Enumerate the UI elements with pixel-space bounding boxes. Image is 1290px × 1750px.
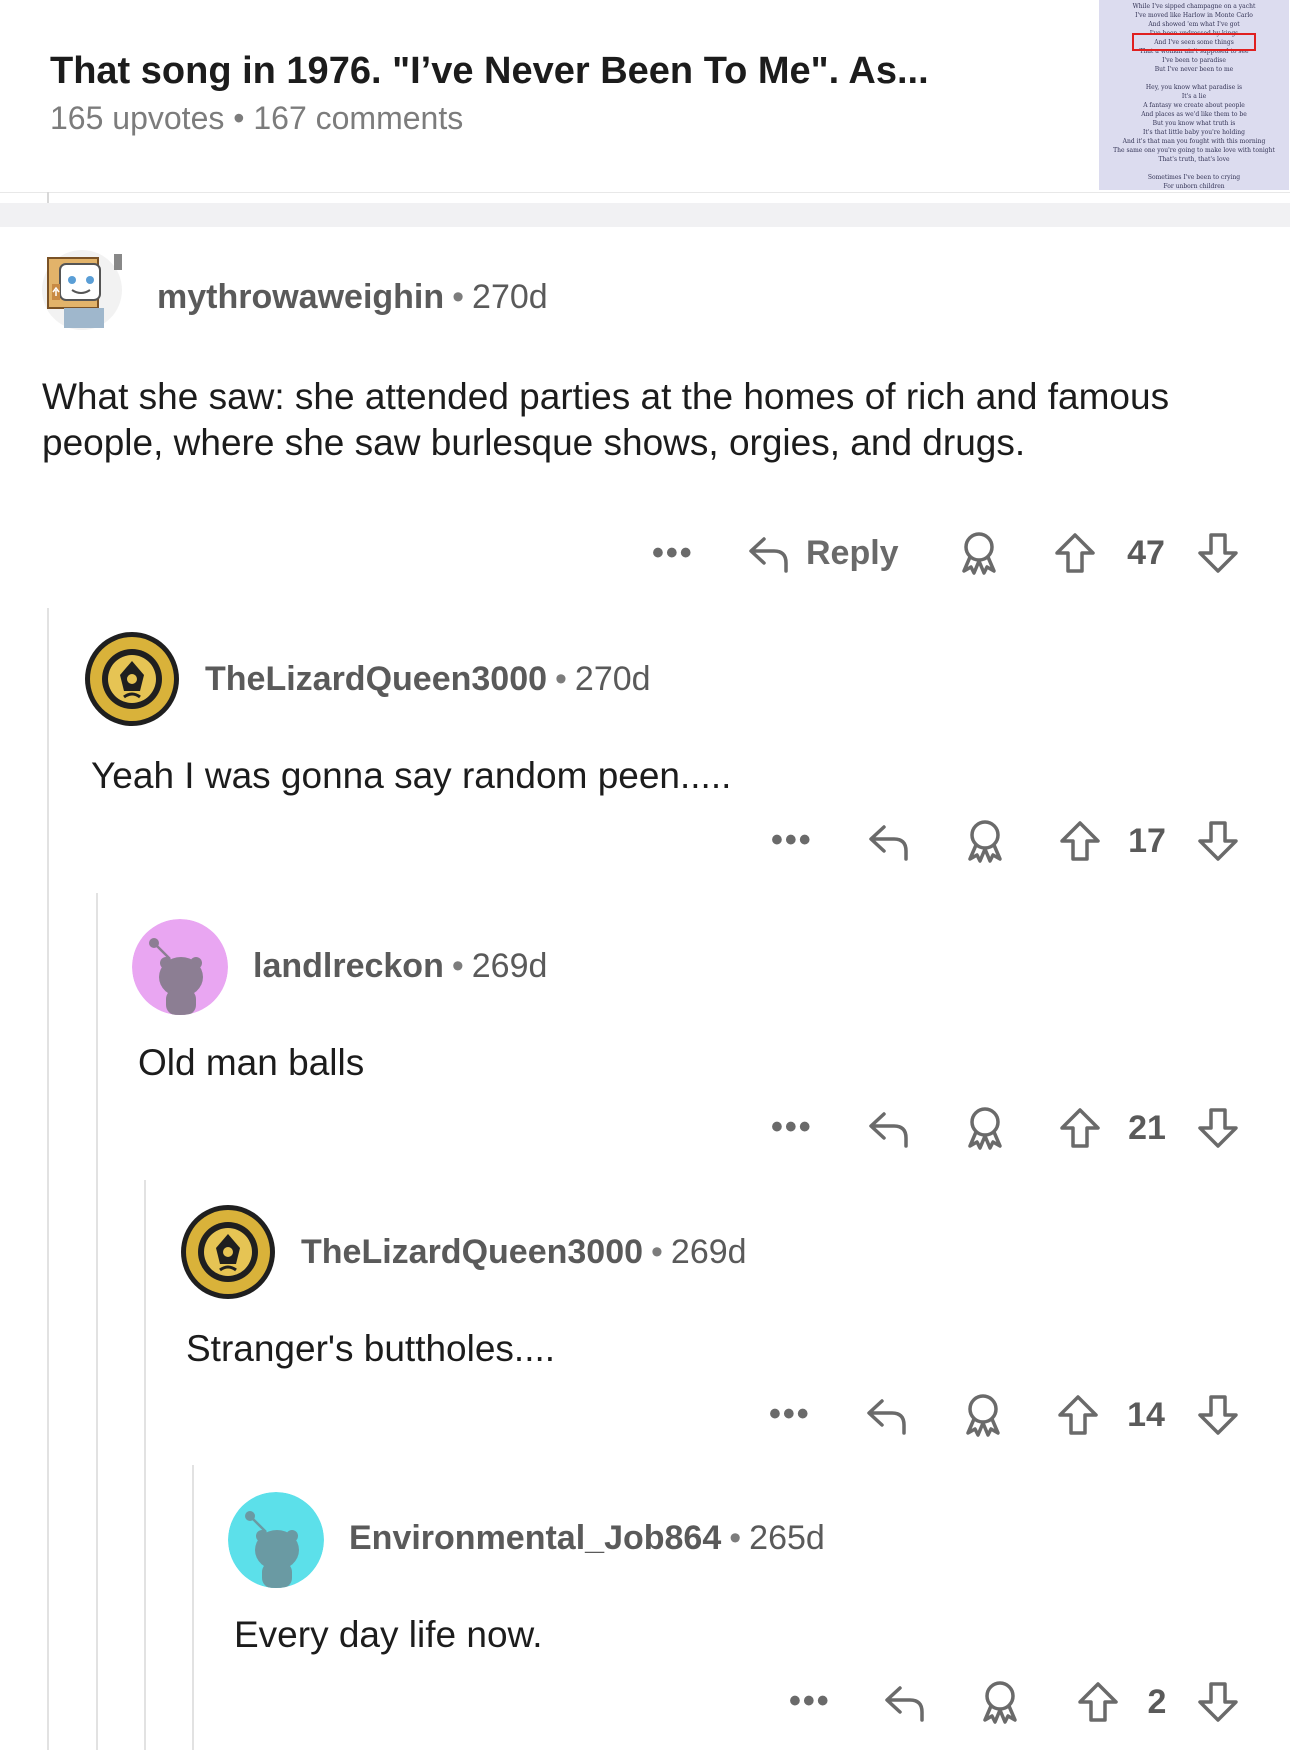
award-icon[interactable]: [961, 1104, 1009, 1152]
lyric-line: And showed 'em what I've got: [1148, 21, 1240, 28]
reply-arrow-icon[interactable]: [744, 529, 792, 577]
comment-author[interactable]: Environmental_Job864 • 265d: [349, 1519, 825, 1558]
comment-body: Every day life now.: [234, 1614, 543, 1655]
username[interactable]: TheLizardQueen3000: [301, 1233, 643, 1271]
lyric-line: Hey, you know what paradise is: [1145, 84, 1243, 91]
more-options-icon[interactable]: •••: [789, 1681, 831, 1721]
vote-count: 14: [1127, 1396, 1165, 1434]
post-meta: 165 upvotes • 167 comments: [50, 100, 463, 137]
lyrics-text: While I've sipped champagne on a yacht I'…: [1099, 0, 1289, 190]
comment-count: 167 comments: [253, 100, 464, 136]
downvote-arrow-icon[interactable]: [1194, 1104, 1242, 1152]
vote-count: 2: [1147, 1683, 1167, 1721]
username[interactable]: Environmental_Job864: [349, 1519, 721, 1557]
comment-author[interactable]: mythrowaweighin • 270d: [157, 278, 548, 317]
comment-author[interactable]: TheLizardQueen3000 • 269d: [301, 1233, 747, 1272]
lyric-line: I've been to paradise: [1162, 57, 1226, 64]
lyric-line: It's that little baby you're holding: [1143, 129, 1245, 136]
dot-separator: •: [452, 278, 465, 316]
lyric-line: While I've sipped champagne on a yacht: [1132, 3, 1256, 10]
comment-age: 265d: [749, 1519, 825, 1557]
lyric-line: And it's that man you fought with this m…: [1122, 138, 1266, 145]
award-icon[interactable]: [976, 1678, 1024, 1726]
downvote-arrow-icon[interactable]: [1194, 817, 1242, 865]
comment-body: Yeah I was gonna say random peen.....: [91, 755, 732, 796]
thread-line: [96, 893, 98, 1750]
reply-arrow-icon[interactable]: [862, 1391, 910, 1439]
username[interactable]: landlreckon: [253, 947, 444, 985]
dot-separator: •: [651, 1233, 663, 1271]
lyric-line: Sometimes I've been to crying: [1147, 174, 1241, 181]
award-icon[interactable]: [959, 1391, 1007, 1439]
gold-seal-avatar[interactable]: [180, 1204, 276, 1300]
dot-separator: •: [555, 660, 567, 698]
box-robot-avatar[interactable]: [34, 234, 130, 330]
lyric-line: The same one you're going to make love w…: [1113, 147, 1275, 154]
lyrics-highlight-box: [1132, 33, 1256, 51]
lyric-line: [1103, 164, 1285, 173]
snoo-avatar[interactable]: [132, 919, 228, 1015]
vote-count: 47: [1127, 534, 1165, 572]
comment-body: What she saw: she attended parties at th…: [42, 376, 1170, 463]
comment-age: 269d: [471, 947, 548, 985]
more-options-icon[interactable]: •••: [769, 1394, 811, 1434]
upvote-arrow-icon[interactable]: [1074, 1678, 1122, 1726]
post-title[interactable]: That song in 1976. "I’ve Never Been To M…: [50, 50, 929, 93]
comment-author[interactable]: landlreckon • 269d: [253, 947, 547, 986]
post-header[interactable]: That song in 1976. "I’ve Never Been To M…: [0, 0, 1290, 193]
lyric-line: That's truth, that's love: [1158, 156, 1230, 163]
comment-body: Stranger's buttholes....: [186, 1328, 556, 1369]
upvote-arrow-icon[interactable]: [1056, 817, 1104, 865]
downvote-arrow-icon[interactable]: [1194, 1678, 1242, 1726]
award-icon[interactable]: [955, 529, 1003, 577]
more-options-icon[interactable]: •••: [771, 820, 813, 860]
section-separator: [0, 203, 1290, 227]
reply-arrow-icon[interactable]: [864, 817, 912, 865]
lyric-line: I've moved like Harlow in Monte Carlo: [1135, 12, 1253, 19]
award-icon[interactable]: [961, 817, 1009, 865]
dot-separator: •: [451, 947, 464, 985]
lyric-line: But you know what truth is: [1152, 120, 1236, 127]
upvote-arrow-icon[interactable]: [1056, 1104, 1104, 1152]
lyric-line: It's a lie: [1181, 93, 1207, 100]
lyric-line: A fantasy we create about people: [1143, 102, 1245, 109]
username[interactable]: TheLizardQueen3000: [205, 660, 547, 698]
reply-arrow-icon[interactable]: [864, 1104, 912, 1152]
snoo-avatar[interactable]: [228, 1492, 324, 1588]
thread-line: [144, 1180, 146, 1750]
lyric-line: [1103, 74, 1285, 83]
comment-age: 270d: [472, 278, 548, 316]
comment-age: 270d: [574, 660, 651, 698]
lyric-line: But I've never been to me: [1154, 66, 1234, 73]
upvote-arrow-icon[interactable]: [1054, 1391, 1102, 1439]
gold-seal-avatar[interactable]: [84, 631, 180, 727]
dot-separator: •: [729, 1519, 742, 1557]
post-thumbnail[interactable]: While I've sipped champagne on a yacht I'…: [1099, 0, 1289, 190]
vote-count: 17: [1128, 822, 1166, 860]
username[interactable]: mythrowaweighin: [157, 278, 444, 316]
vote-count: 21: [1128, 1109, 1166, 1147]
reply-arrow-icon[interactable]: [880, 1678, 928, 1726]
comment-age: 269d: [670, 1233, 747, 1271]
lyric-line: For unborn children: [1163, 183, 1225, 190]
lyric-line: And places as we'd like them to be: [1141, 111, 1247, 118]
comment-author[interactable]: TheLizardQueen3000 • 270d: [205, 660, 651, 699]
more-options-icon[interactable]: •••: [652, 533, 694, 573]
thread-line: [47, 608, 49, 1750]
upvote-arrow-icon[interactable]: [1051, 529, 1099, 577]
downvote-arrow-icon[interactable]: [1194, 529, 1242, 577]
comment-body: Old man balls: [138, 1042, 365, 1083]
reply-button[interactable]: Reply: [806, 530, 899, 576]
upvote-count: 165 upvotes: [50, 100, 225, 136]
more-options-icon[interactable]: •••: [771, 1107, 813, 1147]
thread-line-stub: [47, 192, 49, 203]
thread-line: [192, 1465, 194, 1750]
meta-separator: •: [233, 100, 245, 136]
downvote-arrow-icon[interactable]: [1194, 1391, 1242, 1439]
